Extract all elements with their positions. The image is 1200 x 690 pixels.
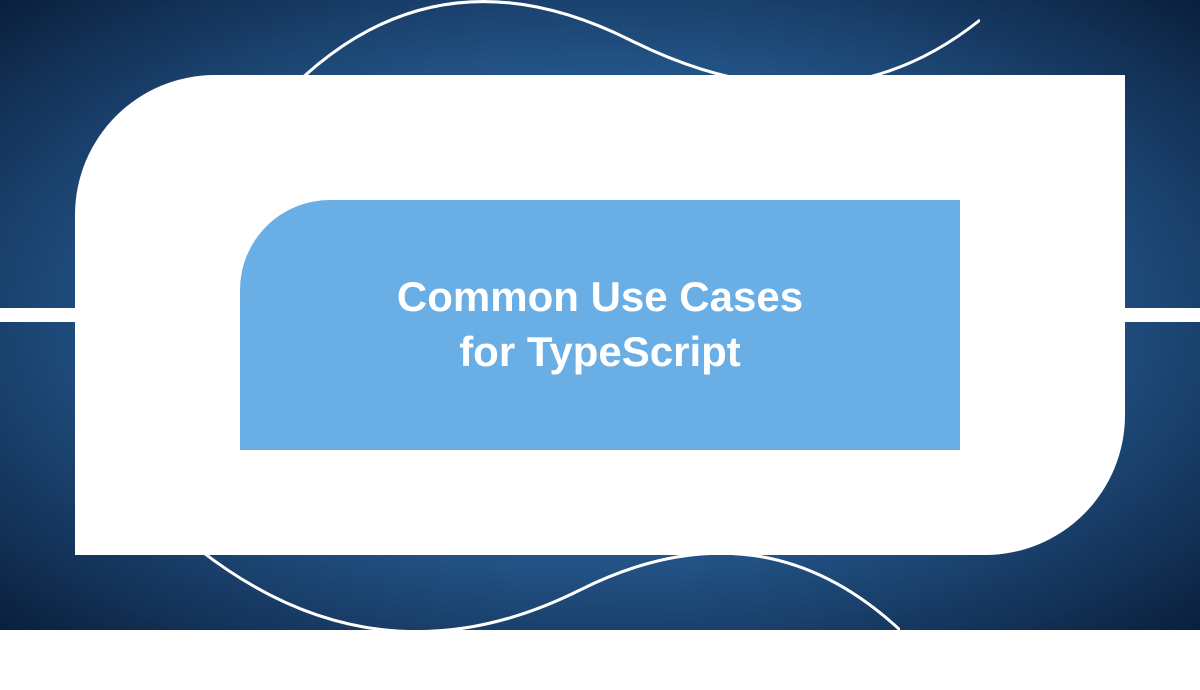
page-title: Common Use Cases for TypeScript <box>397 270 803 379</box>
title-line-1: Common Use Cases <box>397 273 803 320</box>
title-line-2: for TypeScript <box>459 328 741 375</box>
inner-card: Common Use Cases for TypeScript <box>240 200 960 450</box>
outer-card: Common Use Cases for TypeScript <box>75 75 1125 555</box>
